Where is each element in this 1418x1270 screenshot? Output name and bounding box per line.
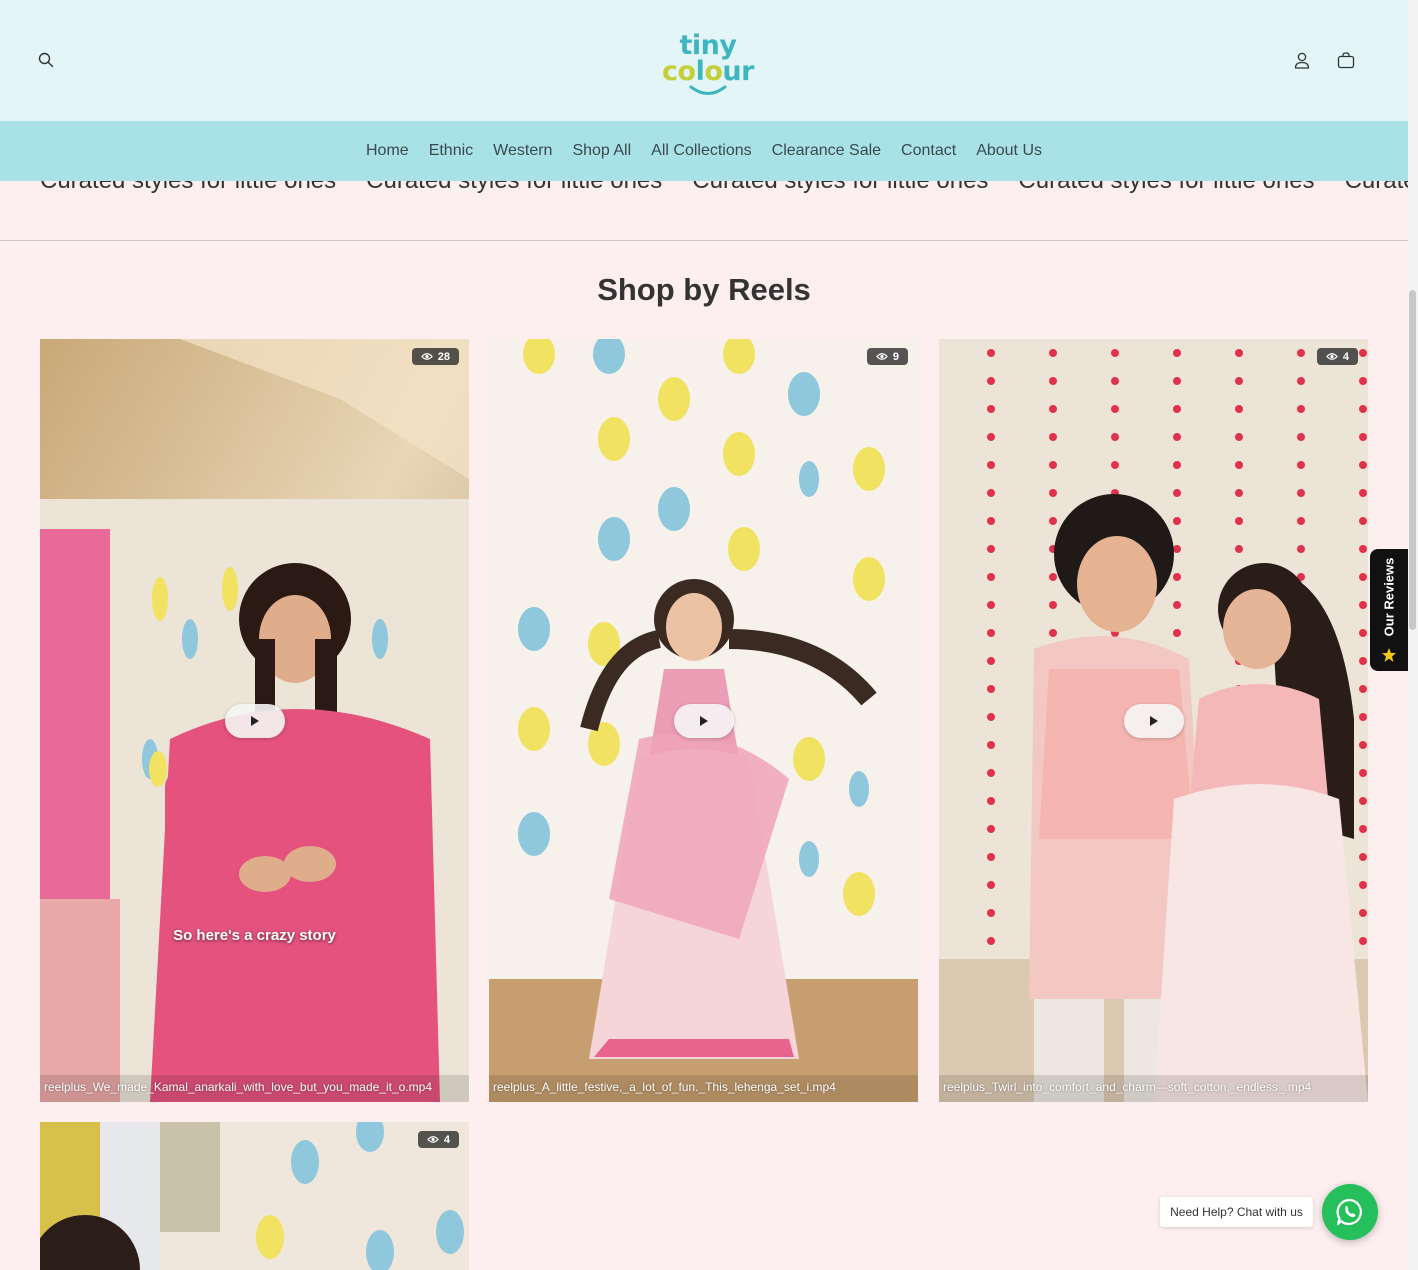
- play-icon: [1150, 716, 1158, 726]
- reel-caption: reelplus_We_made_Kamal_anarkali_with_lov…: [40, 1075, 469, 1102]
- scrollbar-thumb[interactable]: [1409, 290, 1416, 630]
- page-scrollbar[interactable]: [1408, 0, 1418, 1270]
- marquee-item: Curated styles for little ones: [40, 181, 336, 201]
- whatsapp-chat-button[interactable]: [1322, 1184, 1378, 1240]
- reviews-tab[interactable]: Our Reviews: [1370, 549, 1408, 671]
- whatsapp-icon: [1336, 1198, 1362, 1226]
- nav-item-all-collections[interactable]: All Collections: [651, 141, 751, 161]
- announcement-marquee: Curated styles for little ones Curated s…: [0, 181, 1408, 241]
- play-button[interactable]: [674, 704, 734, 738]
- bag-icon[interactable]: [1330, 44, 1362, 76]
- view-count: 9: [892, 350, 899, 363]
- nav-item-about-us[interactable]: About Us: [976, 141, 1042, 161]
- view-count-badge: 4: [417, 1131, 459, 1148]
- eye-icon: [427, 1136, 439, 1143]
- marquee-item: Curated styles for little ones: [1018, 181, 1314, 201]
- nav-item-home[interactable]: Home: [366, 141, 409, 161]
- nav-item-contact[interactable]: Contact: [901, 141, 956, 161]
- nav-item-clearance-sale[interactable]: Clearance Sale: [772, 141, 881, 161]
- main-nav: Home Ethnic Western Shop All All Collect…: [0, 121, 1408, 181]
- header: tiny colour: [0, 0, 1408, 121]
- play-icon: [700, 716, 708, 726]
- marquee-item: Curated styles for little ones: [1345, 181, 1408, 201]
- reel-caption: reelplus_A_little_festive,_a_lot_of_fun.…: [489, 1075, 918, 1102]
- view-count: 4: [443, 1133, 450, 1146]
- reel-caption: reelplus_Twirl_into_comfort_and_charm—so…: [939, 1075, 1368, 1102]
- view-count-badge: 28: [411, 348, 459, 365]
- eye-icon: [1326, 353, 1338, 360]
- reel-overlay-text: So here's a crazy story: [173, 927, 336, 944]
- reel-card-4[interactable]: 4: [40, 1122, 469, 1270]
- star-icon: [1382, 648, 1396, 662]
- play-button[interactable]: [225, 704, 285, 738]
- play-icon: [251, 716, 259, 726]
- nav-item-western[interactable]: Western: [493, 141, 552, 161]
- nav-item-ethnic[interactable]: Ethnic: [429, 141, 473, 161]
- search-icon[interactable]: [30, 44, 62, 76]
- chat-help-bubble[interactable]: Need Help? Chat with us: [1160, 1197, 1313, 1227]
- view-count-badge: 9: [866, 348, 908, 365]
- play-button[interactable]: [1124, 704, 1184, 738]
- site-logo[interactable]: tiny colour: [660, 30, 756, 102]
- marquee-item: Curated styles for little ones: [692, 181, 988, 201]
- view-count: 4: [1342, 350, 1349, 363]
- eye-icon: [876, 353, 888, 360]
- reel-card-2[interactable]: 9 reelplus_A_little_festive,_a_lot_of_fu…: [489, 339, 918, 1102]
- user-icon[interactable]: [1286, 44, 1318, 76]
- reviews-tab-label: Our Reviews: [1381, 557, 1397, 637]
- view-count: 28: [437, 350, 450, 363]
- nav-item-shop-all[interactable]: Shop All: [572, 141, 631, 161]
- reel-thumbnail: [40, 1122, 469, 1270]
- logo-smile-icon: [689, 85, 727, 95]
- reel-card-1[interactable]: 28 So here's a crazy story reelplus_We_m…: [40, 339, 469, 1102]
- eye-icon: [420, 353, 433, 360]
- reel-card-3[interactable]: 4 reelplus_Twirl_into_comfort_and_charm—…: [939, 339, 1368, 1102]
- view-count-badge: 4: [1316, 348, 1358, 365]
- marquee-item: Curated styles for little ones: [366, 181, 662, 201]
- section-title: Shop by Reels: [597, 272, 811, 307]
